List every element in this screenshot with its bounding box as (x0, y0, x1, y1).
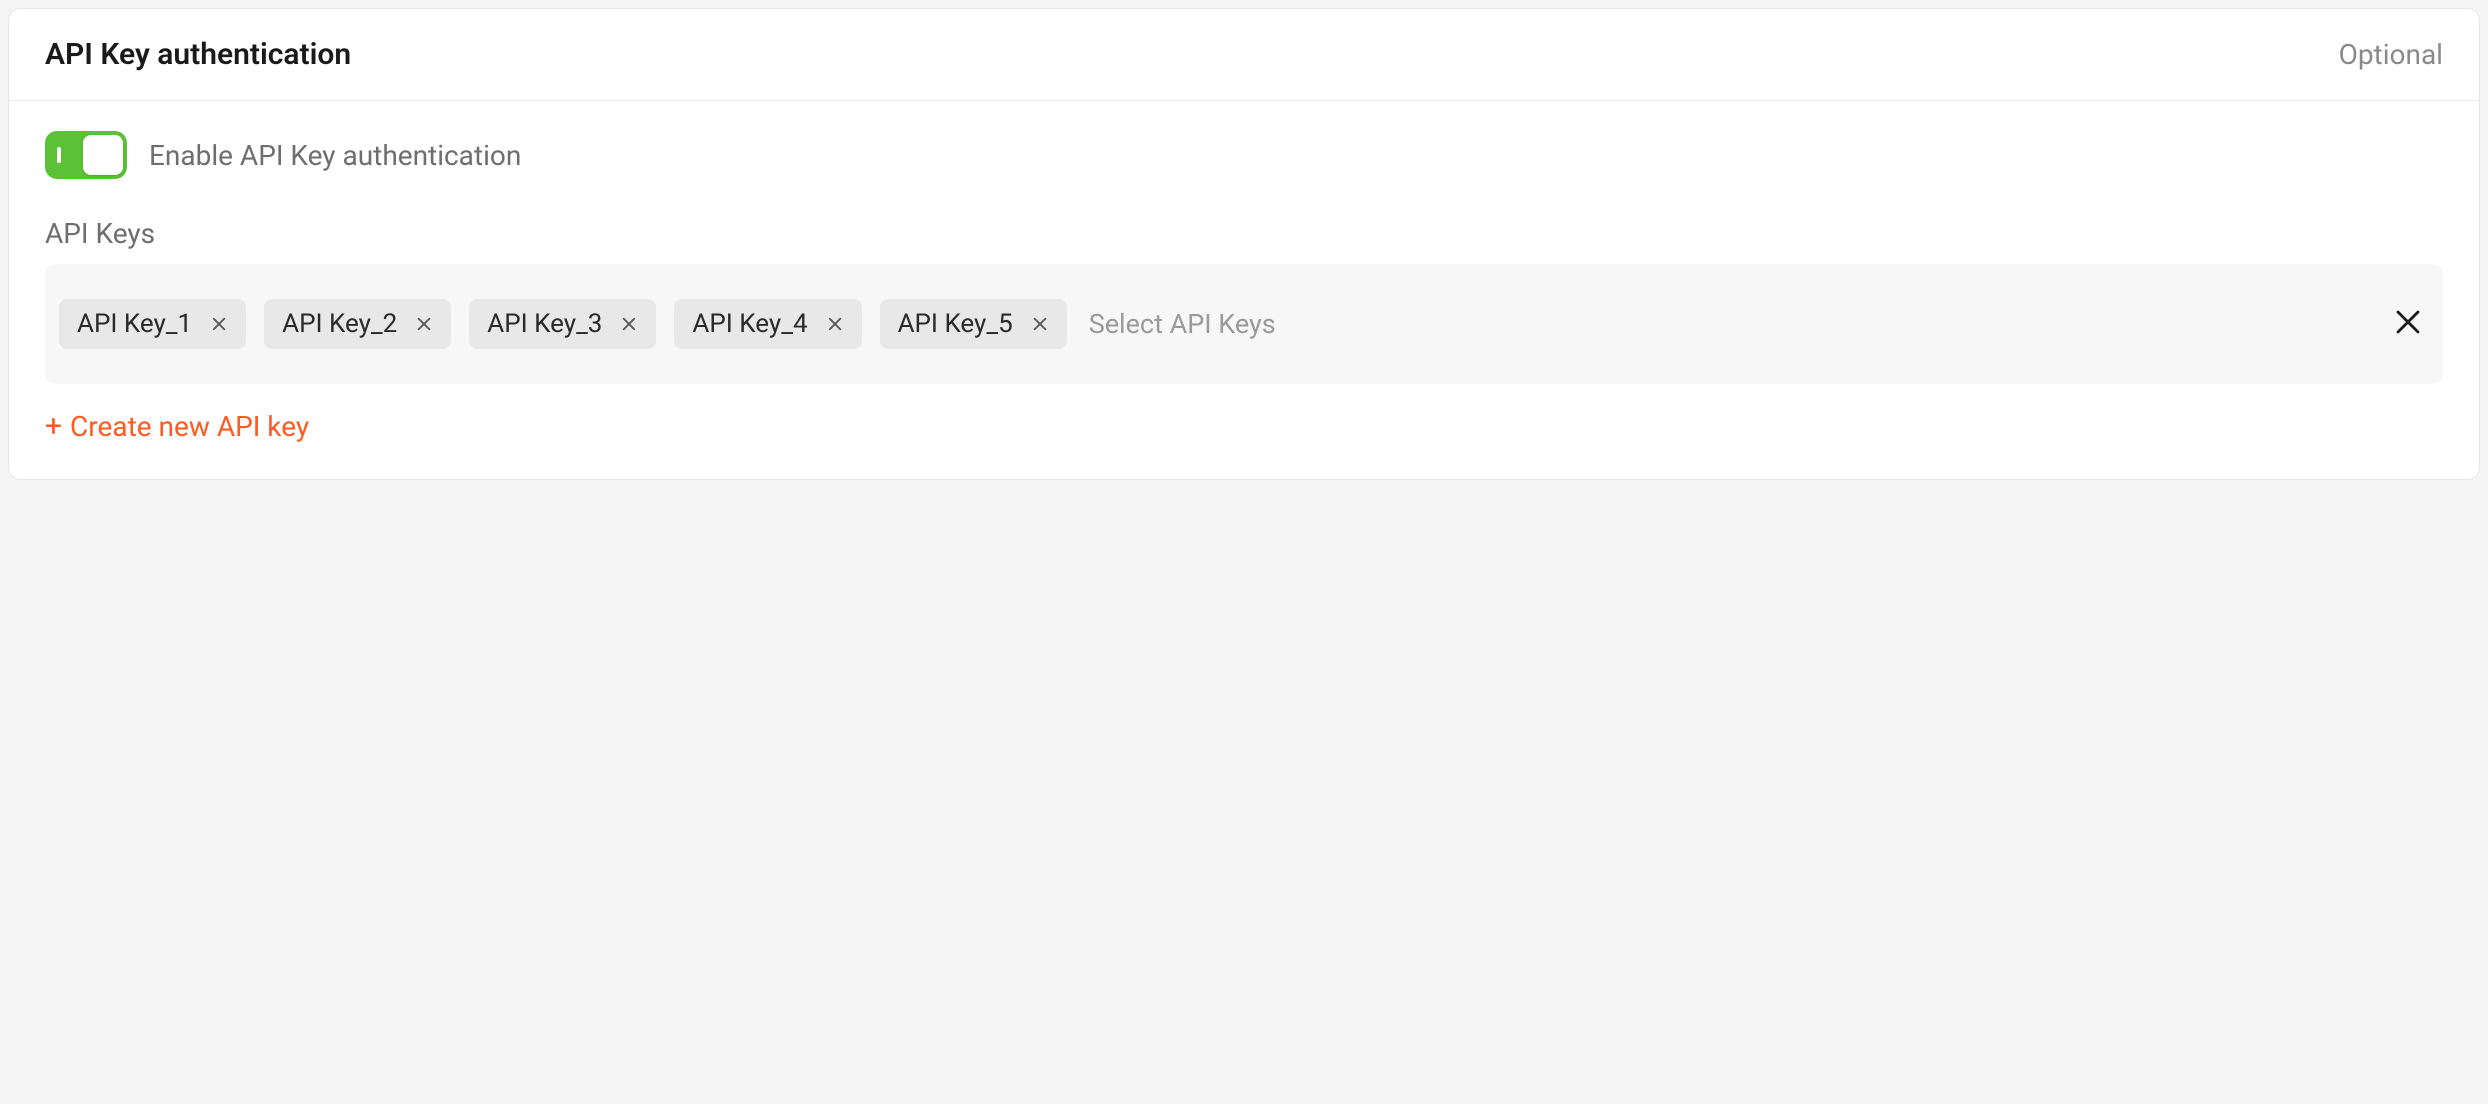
api-key-chip: API Key_1 (59, 299, 246, 349)
enable-api-key-toggle[interactable] (45, 131, 127, 179)
create-new-api-key-button[interactable]: + Create new API key (45, 410, 309, 443)
api-key-auth-card: API Key authentication Optional Enable A… (8, 8, 2480, 480)
remove-chip-icon[interactable] (826, 315, 844, 333)
card-title: API Key authentication (45, 37, 351, 72)
remove-chip-icon[interactable] (620, 315, 638, 333)
plus-icon: + (45, 412, 62, 442)
chip-label: API Key_4 (692, 309, 807, 339)
chip-label: API Key_1 (77, 309, 192, 339)
remove-chip-icon[interactable] (1031, 315, 1049, 333)
create-link-label: Create new API key (70, 410, 309, 443)
api-key-chip: API Key_5 (880, 299, 1067, 349)
remove-chip-icon[interactable] (415, 315, 433, 333)
card-header: API Key authentication Optional (9, 9, 2479, 101)
api-key-chip: API Key_3 (469, 299, 656, 349)
select-placeholder[interactable]: Select API Keys (1085, 298, 1280, 350)
toggle-knob (83, 135, 123, 175)
chip-label: API Key_2 (282, 309, 397, 339)
optional-badge: Optional (2339, 38, 2443, 71)
api-key-chip: API Key_4 (674, 299, 861, 349)
chip-label: API Key_5 (898, 309, 1013, 339)
enable-toggle-label: Enable API Key authentication (149, 139, 521, 172)
api-keys-select[interactable]: API Key_1 API Key_2 API Key_3 (45, 264, 2443, 384)
chip-label: API Key_3 (487, 309, 602, 339)
selected-chips: API Key_1 API Key_2 API Key_3 (59, 298, 2373, 350)
api-keys-label: API Keys (45, 217, 2443, 250)
enable-toggle-row: Enable API Key authentication (45, 131, 2443, 179)
clear-all-icon[interactable] (2393, 307, 2423, 341)
remove-chip-icon[interactable] (210, 315, 228, 333)
card-body: Enable API Key authentication API Keys A… (9, 101, 2479, 479)
api-key-chip: API Key_2 (264, 299, 451, 349)
